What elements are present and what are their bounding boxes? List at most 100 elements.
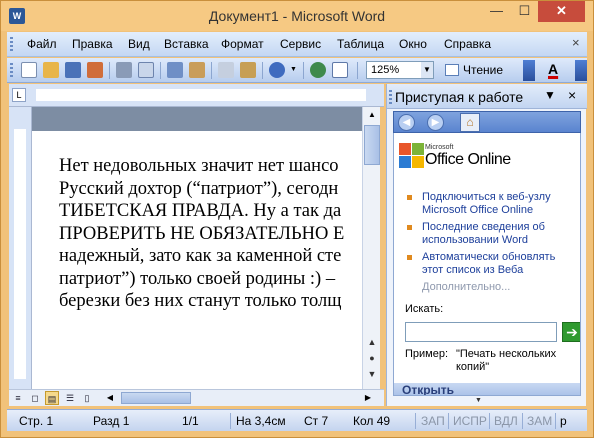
logo-square xyxy=(412,143,424,155)
toolbar-separator xyxy=(357,62,358,79)
ruler-scale[interactable] xyxy=(36,89,366,101)
task-pane-scroll-down-icon[interactable]: ▼ xyxy=(475,397,482,404)
research-icon[interactable] xyxy=(189,62,205,78)
status-separator xyxy=(489,413,490,429)
horizontal-ruler[interactable]: L xyxy=(9,84,384,107)
document-text[interactable]: Нет недовольных значит нет шансо Русский… xyxy=(59,155,362,313)
home-icon[interactable]: ⌂ xyxy=(460,113,480,132)
document-close-icon[interactable]: × xyxy=(572,35,580,50)
forward-icon[interactable]: ▶ xyxy=(427,114,444,131)
menu-file[interactable]: Файл xyxy=(27,37,57,51)
horizontal-scroll-thumb[interactable] xyxy=(121,392,191,404)
open-section-label: Открыть xyxy=(402,383,455,396)
paste-icon[interactable] xyxy=(240,62,256,78)
vertical-ruler[interactable] xyxy=(9,107,32,389)
menu-window[interactable]: Окно xyxy=(399,37,427,51)
search-go-icon[interactable]: ➔ xyxy=(562,322,580,342)
save-icon[interactable] xyxy=(65,62,81,78)
new-document-icon[interactable] xyxy=(21,62,37,78)
print-icon[interactable] xyxy=(116,62,132,78)
toolbar-separator xyxy=(262,62,263,79)
logo-square xyxy=(399,143,411,155)
toolbar-grip[interactable] xyxy=(10,63,13,78)
menu-edit[interactable]: Правка xyxy=(72,37,113,51)
menu-view[interactable]: Вид xyxy=(128,37,150,51)
more-link[interactable]: Дополнительно... xyxy=(422,281,510,293)
text-line: ТИБЕТСКАЯ ПРАВДА. Ну а так да xyxy=(59,201,342,221)
normal-view-icon[interactable]: ≡ xyxy=(11,391,25,405)
hyperlink-icon[interactable] xyxy=(310,62,326,78)
reading-view-icon[interactable]: ▯ xyxy=(80,391,94,405)
reading-layout-button[interactable]: Чтение xyxy=(445,62,517,79)
undo-dropdown-icon[interactable]: ▼ xyxy=(290,62,298,78)
toolbar-options-button[interactable] xyxy=(523,60,535,81)
vertical-scrollbar[interactable]: ▲ ▲ ● ▼ xyxy=(362,107,380,389)
undo-icon[interactable] xyxy=(269,62,285,78)
status-language[interactable]: р xyxy=(560,414,567,428)
copy-icon[interactable] xyxy=(218,62,234,78)
scroll-left-icon[interactable]: ◀ xyxy=(103,391,117,405)
task-pane-grip[interactable] xyxy=(389,90,392,104)
print-layout-view-icon[interactable]: ▤ xyxy=(45,391,59,405)
search-label: Искать: xyxy=(405,303,444,315)
menu-tools[interactable]: Сервис xyxy=(280,37,321,51)
example-label: Пример: xyxy=(405,348,449,360)
maximize-button[interactable]: ☐ xyxy=(511,1,538,22)
next-page-icon[interactable]: ▼ xyxy=(364,367,380,381)
print-preview-icon[interactable] xyxy=(138,62,154,78)
open-section-header[interactable]: Открыть xyxy=(394,383,580,396)
prev-page-icon[interactable]: ▲ xyxy=(364,335,380,349)
status-track-changes[interactable]: ИСПР xyxy=(453,414,487,428)
status-overtype[interactable]: ЗАМ xyxy=(527,414,552,428)
status-separator xyxy=(230,413,231,429)
logo-square xyxy=(399,156,411,168)
web-view-icon[interactable]: ◻ xyxy=(28,391,42,405)
chevron-down-icon[interactable]: ▼ xyxy=(421,62,433,78)
bullet-icon xyxy=(407,255,412,260)
logo-office-online-text: Office Online xyxy=(425,151,511,168)
search-input[interactable] xyxy=(405,322,557,342)
menu-insert[interactable]: Вставка xyxy=(164,37,209,51)
table-icon[interactable] xyxy=(332,62,348,78)
zoom-select[interactable]: 125% ▼ xyxy=(366,61,434,79)
browse-object-icon[interactable]: ● xyxy=(364,351,380,365)
tab-selector[interactable]: L xyxy=(12,88,26,102)
latest-news-link[interactable]: Последние сведения об использовании Word xyxy=(422,221,572,247)
ruler-scale-vertical[interactable] xyxy=(14,129,26,379)
status-section: Разд 1 xyxy=(93,414,130,428)
font-color-button[interactable]: A xyxy=(548,61,558,77)
open-folder-icon[interactable] xyxy=(43,62,59,78)
menu-table[interactable]: Таблица xyxy=(337,37,384,51)
outline-view-icon[interactable]: ☰ xyxy=(63,391,77,405)
close-button[interactable]: ✕ xyxy=(538,1,585,22)
scroll-up-icon[interactable]: ▲ xyxy=(364,107,380,123)
task-pane-title: Приступая к работе xyxy=(395,89,524,105)
scroll-right-icon[interactable]: ▶ xyxy=(361,391,375,405)
status-record-macro[interactable]: ЗАП xyxy=(421,414,445,428)
menu-format[interactable]: Формат xyxy=(221,37,264,51)
spelling-icon[interactable] xyxy=(167,62,183,78)
status-page: Стр. 1 xyxy=(19,414,54,428)
minimize-button[interactable]: — xyxy=(482,1,511,22)
status-separator xyxy=(415,413,416,429)
logo-microsoft-text: Microsoft xyxy=(425,144,454,151)
menu-help[interactable]: Справка xyxy=(444,37,491,51)
task-pane: Приступая к работе ▼ × ◀ ▶ ⌂ Microsoft O… xyxy=(386,84,587,406)
status-page-count: 1/1 xyxy=(182,414,199,428)
toolbar-separator xyxy=(109,62,110,79)
document-page[interactable]: Нет недовольных значит нет шансо Русский… xyxy=(32,131,362,389)
example-value: "Печать нескольких копий" xyxy=(456,348,557,373)
back-icon[interactable]: ◀ xyxy=(398,114,415,131)
permission-icon[interactable] xyxy=(87,62,103,78)
auto-update-link[interactable]: Автоматически обновлять этот список из В… xyxy=(422,251,572,277)
status-separator xyxy=(555,413,556,429)
task-pane-close-icon[interactable]: × xyxy=(568,87,576,103)
vertical-scroll-thumb[interactable] xyxy=(364,125,380,165)
toolbar-options-button-2[interactable] xyxy=(575,60,587,81)
toolbar-separator xyxy=(211,62,212,79)
menu-grip[interactable] xyxy=(10,37,13,52)
connect-office-online-link[interactable]: Подключиться к веб-узлу Microsoft Office… xyxy=(422,191,572,217)
status-extend[interactable]: ВДЛ xyxy=(494,414,518,428)
task-pane-menu-icon[interactable]: ▼ xyxy=(544,88,556,102)
zoom-value: 125% xyxy=(371,64,400,76)
